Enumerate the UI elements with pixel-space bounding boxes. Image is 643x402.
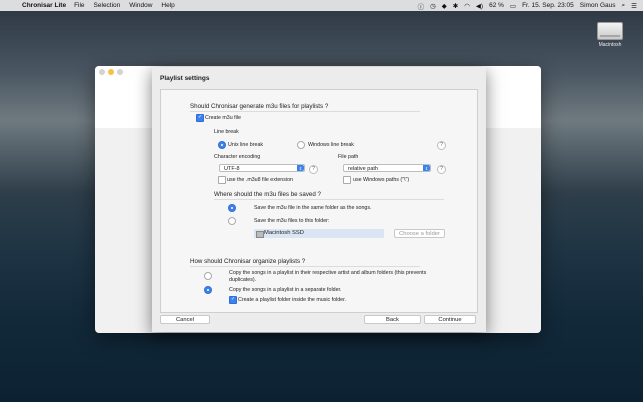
create-m3u-label: Create m3u file bbox=[205, 115, 241, 121]
character-encoding-label: Character encoding bbox=[214, 154, 261, 160]
menu-file[interactable]: File bbox=[74, 2, 84, 9]
hard-drive-icon bbox=[597, 22, 623, 40]
copy-separate-label: Copy the songs in a playlist in a separa… bbox=[229, 287, 342, 293]
windows-paths-label: use Windows paths ("\") bbox=[353, 177, 410, 183]
divider bbox=[190, 266, 420, 267]
wifi-icon[interactable]: ◠ bbox=[464, 2, 470, 10]
unix-line-break-label: Unix line break bbox=[228, 142, 264, 148]
line-break-label: Line break bbox=[214, 129, 239, 135]
choose-folder-button[interactable]: Choose a folder bbox=[394, 229, 445, 238]
help-icon[interactable]: ? bbox=[437, 141, 446, 150]
copy-separate-radio[interactable] bbox=[204, 286, 212, 294]
folder-path-field[interactable]: Macintosh SSD bbox=[254, 229, 384, 238]
sheet-title: Playlist settings bbox=[160, 75, 210, 82]
disk-label: Macintosh bbox=[598, 42, 622, 48]
close-window-icon[interactable] bbox=[99, 69, 105, 75]
windows-line-break-label: Windows line break bbox=[308, 142, 354, 148]
clock-icon[interactable]: ◷ bbox=[430, 2, 436, 10]
encoding-select[interactable]: UTF-8 ⇕ bbox=[219, 164, 305, 172]
desktop-disk[interactable]: Macintosh bbox=[596, 22, 624, 48]
organize-playlists-question: How should Chronisar organize playlists … bbox=[190, 258, 306, 265]
create-m3u-checkbox[interactable] bbox=[196, 114, 204, 122]
windows-line-break-radio[interactable] bbox=[297, 141, 305, 149]
datetime[interactable]: Fr. 15. Sep. 23:05 bbox=[522, 2, 574, 9]
divider bbox=[190, 111, 420, 112]
save-same-folder-label: Save the m3u file in the same folder as … bbox=[254, 205, 372, 211]
folder-path-value: Macintosh SSD bbox=[264, 230, 304, 236]
copy-artist-album-label: Copy the songs in a playlist in their re… bbox=[229, 270, 427, 276]
dropbox-icon[interactable]: ◆ bbox=[442, 2, 447, 10]
notification-center-icon[interactable]: ☰ bbox=[631, 2, 637, 10]
menu-bar: Chronisar Lite File Selection Window Hel… bbox=[0, 0, 643, 11]
menu-selection[interactable]: Selection bbox=[94, 2, 121, 9]
create-playlist-folder-checkbox[interactable] bbox=[229, 296, 237, 304]
settings-panel: Should Chronisar generate m3u files for … bbox=[160, 89, 478, 313]
chevron-updown-icon: ⇕ bbox=[423, 165, 430, 171]
save-location-question: Where should the m3u files be saved ? bbox=[214, 191, 321, 198]
copy-artist-album-label-2: duplicates). bbox=[229, 277, 257, 283]
battery-icon[interactable]: ▭ bbox=[510, 2, 516, 10]
copy-artist-album-radio[interactable] bbox=[204, 272, 212, 280]
hard-drive-icon bbox=[256, 231, 264, 238]
create-playlist-folder-label: Create a playlist folder inside the musi… bbox=[238, 297, 347, 303]
save-this-folder-label: Save the m3u files to this folder: bbox=[254, 218, 330, 224]
battery-percent[interactable]: 62 % bbox=[489, 2, 504, 9]
menu-window[interactable]: Window bbox=[129, 2, 152, 9]
generate-m3u-question: Should Chronisar generate m3u files for … bbox=[190, 103, 329, 110]
continue-button[interactable]: Continue bbox=[424, 315, 476, 324]
playlist-settings-sheet: Playlist settings Should Chronisar gener… bbox=[152, 67, 486, 332]
m3u8-extension-label: use the .m3u8 file extension bbox=[227, 177, 293, 183]
file-path-label: File path bbox=[338, 154, 359, 160]
app-menu[interactable]: Chronisar Lite bbox=[22, 2, 66, 9]
volume-icon[interactable]: ◀) bbox=[476, 2, 483, 10]
help-icon[interactable]: ? bbox=[437, 165, 446, 174]
file-path-value: relative path bbox=[348, 166, 378, 172]
bluetooth-icon[interactable]: ✱ bbox=[453, 2, 458, 10]
minimize-window-icon[interactable] bbox=[108, 69, 114, 75]
m3u8-extension-checkbox[interactable] bbox=[218, 176, 226, 184]
user-name[interactable]: Simon Gaus bbox=[580, 2, 616, 9]
windows-paths-checkbox[interactable] bbox=[343, 176, 351, 184]
menu-help[interactable]: Help bbox=[161, 2, 174, 9]
help-icon[interactable]: ? bbox=[309, 165, 318, 174]
status-area: ⓘ ◷ ◆ ✱ ◠ ◀) 62 % ▭ Fr. 15. Sep. 23:05 S… bbox=[418, 1, 637, 11]
spotlight-icon[interactable]: ⌕ bbox=[622, 2, 626, 10]
cancel-button[interactable]: Cancel bbox=[160, 315, 210, 324]
zoom-window-icon[interactable] bbox=[117, 69, 123, 75]
file-path-select[interactable]: relative path ⇕ bbox=[343, 164, 431, 172]
encoding-value: UTF-8 bbox=[224, 166, 240, 172]
status-icon[interactable]: ⓘ bbox=[418, 1, 425, 11]
save-same-folder-radio[interactable] bbox=[228, 204, 236, 212]
unix-line-break-radio[interactable] bbox=[218, 141, 226, 149]
back-button[interactable]: Back bbox=[364, 315, 421, 324]
chevron-updown-icon: ⇕ bbox=[297, 165, 304, 171]
divider bbox=[214, 199, 444, 200]
save-this-folder-radio[interactable] bbox=[228, 217, 236, 225]
